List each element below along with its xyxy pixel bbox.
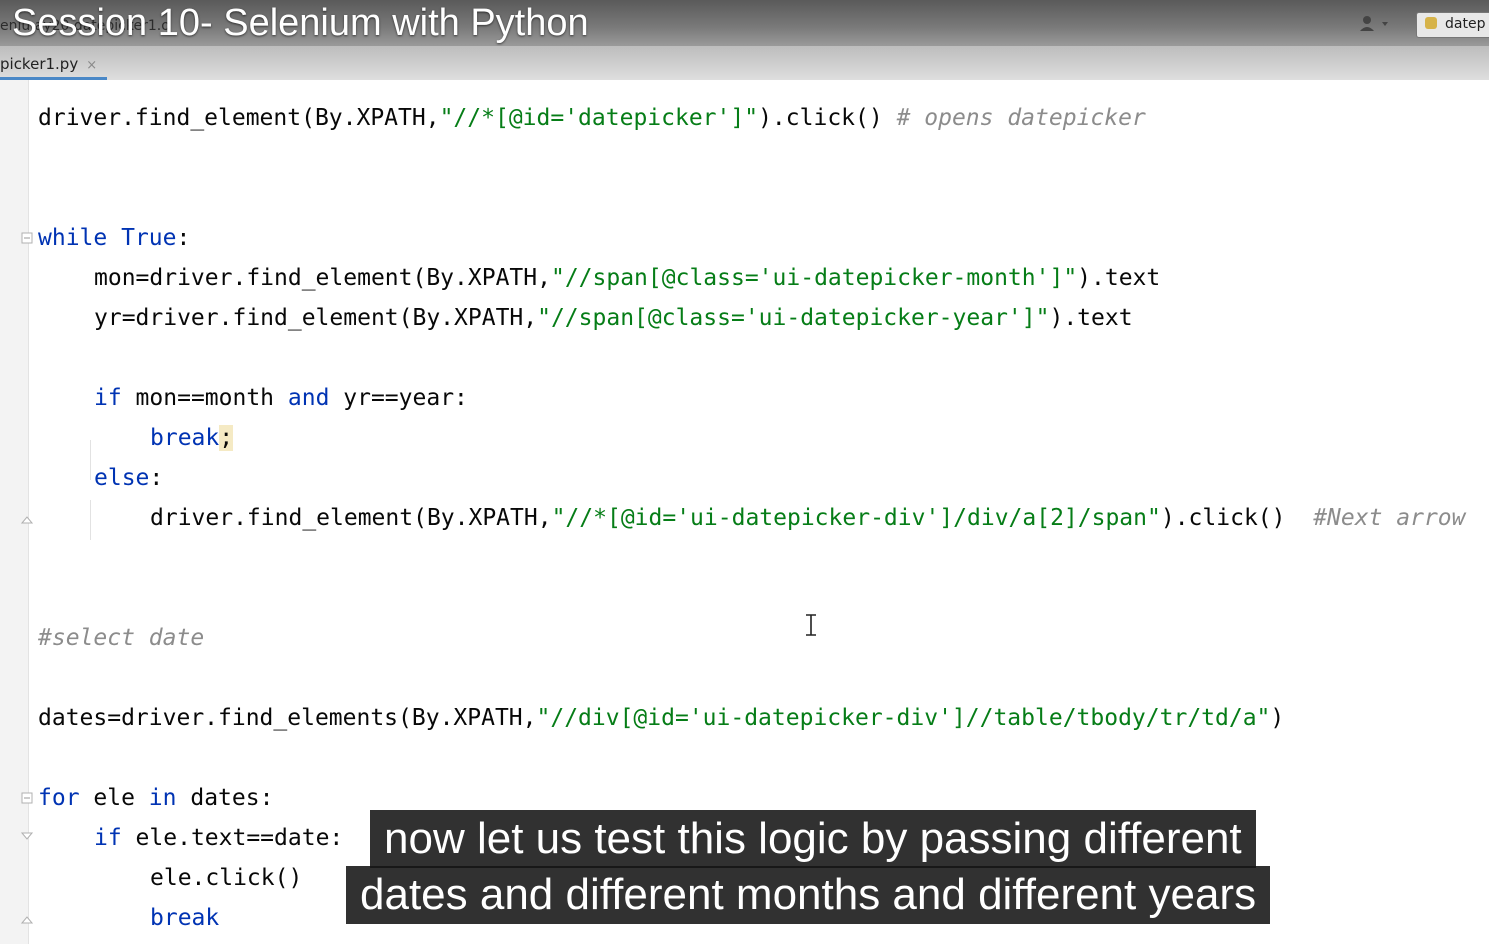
comment-token: # opens datepicker (896, 105, 1146, 131)
code-token: ele (79, 785, 149, 811)
code-token: ) (1270, 705, 1285, 731)
code-line: driver.find_element(By.XPATH,"//*[@id='u… (150, 498, 1466, 538)
code-token: ; (219, 425, 234, 451)
code-line: while True: (38, 218, 190, 258)
code-line: ele.click() (150, 858, 302, 898)
keyword-token: while (38, 225, 108, 251)
code-line: #select date (38, 618, 204, 658)
indent-guide (90, 440, 91, 480)
code-token: ).text (1049, 305, 1133, 331)
fold-toggle-icon[interactable] (20, 832, 34, 846)
code-line: if mon==month and yr==year: (94, 378, 468, 418)
fold-end-icon[interactable] (20, 912, 34, 926)
string-token: "//span[@class='ui-datepicker-year']" (537, 305, 1050, 331)
fold-toggle-icon[interactable] (20, 792, 34, 806)
code-token: : (176, 225, 191, 251)
python-file-icon (1425, 17, 1437, 29)
string-token: "//div[@id='ui-datepicker-div']//table/t… (536, 705, 1271, 731)
code-token: ele.text==date: (121, 825, 344, 851)
run-config-label: datep (1445, 16, 1486, 32)
keyword-token: if (94, 385, 122, 411)
code-line: yr=driver.find_element(By.XPATH,"//span[… (94, 298, 1133, 338)
code-token: dates: (176, 785, 274, 811)
code-line: else: (94, 458, 163, 498)
code-token: mon=driver.find_element(By.XPATH, (94, 265, 551, 291)
string-token: "//span[@class='ui-datepicker-month']" (550, 265, 1078, 291)
indent-guide (90, 500, 91, 540)
text-cursor-icon (804, 614, 818, 642)
user-icon[interactable] (1358, 14, 1394, 36)
code-token: : (149, 465, 164, 491)
code-token: ).text (1077, 265, 1161, 291)
comment-token: #select date (38, 625, 205, 651)
code-token: mon==month (121, 385, 288, 411)
code-line: driver.find_element(By.XPATH,"//*[@id='d… (38, 98, 1146, 138)
subtitle-line-2: dates and different months and different… (346, 866, 1271, 924)
string-token: "//*[@id='ui-datepicker-div']/div/a[2]/s… (551, 505, 1161, 531)
comment-token: #Next arrow (1313, 505, 1466, 531)
keyword-token: True (121, 225, 177, 251)
code-line: mon=driver.find_element(By.XPATH,"//span… (94, 258, 1160, 298)
keyword-token: if (94, 825, 122, 851)
subtitle-line-1: now let us test this logic by passing di… (370, 810, 1256, 868)
code-line: for ele in dates: (38, 778, 273, 818)
code-line: if ele.text==date: (94, 818, 343, 858)
keyword-token: break (150, 425, 220, 451)
run-configuration-selector[interactable]: datep (1416, 12, 1489, 38)
keyword-token: in (148, 785, 177, 811)
fold-toggle-icon[interactable] (20, 232, 34, 246)
close-icon[interactable]: × (86, 58, 97, 73)
code-line: dates=driver.find_elements(By.XPATH,"//d… (38, 698, 1284, 738)
code-token: ele.click() (150, 865, 303, 891)
keyword-token: and (287, 385, 330, 411)
code-token: yr=driver.find_element(By.XPATH, (94, 305, 538, 331)
string-token: "//*[@id='datepicker']" (439, 105, 759, 131)
editor-tab-strip: picker1.py × (0, 46, 1489, 81)
video-title-overlay: Session 10- Selenium with Python (12, 2, 589, 44)
tab-label: picker1.py (0, 55, 79, 73)
code-token: driver.find_element(By.XPATH, (150, 505, 552, 531)
fold-end-icon[interactable] (20, 512, 34, 526)
code-token: dates=driver.find_elements(By.XPATH, (38, 705, 537, 731)
tab-datepicker1-py[interactable]: picker1.py × (0, 50, 108, 80)
code-line: break; (150, 418, 234, 458)
title-bar: eniu ay20 datepicker1.o Session 10- Sele… (0, 0, 1489, 46)
code-token: yr==year: (329, 385, 468, 411)
keyword-token: for (38, 785, 80, 811)
code-line: break (150, 898, 219, 938)
keyword-token: else (94, 465, 150, 491)
code-token: ).click() (1160, 505, 1314, 531)
code-token: ).click() (758, 105, 897, 131)
code-token: driver.find_element(By.XPATH, (38, 105, 440, 131)
keyword-token: break (150, 905, 220, 931)
